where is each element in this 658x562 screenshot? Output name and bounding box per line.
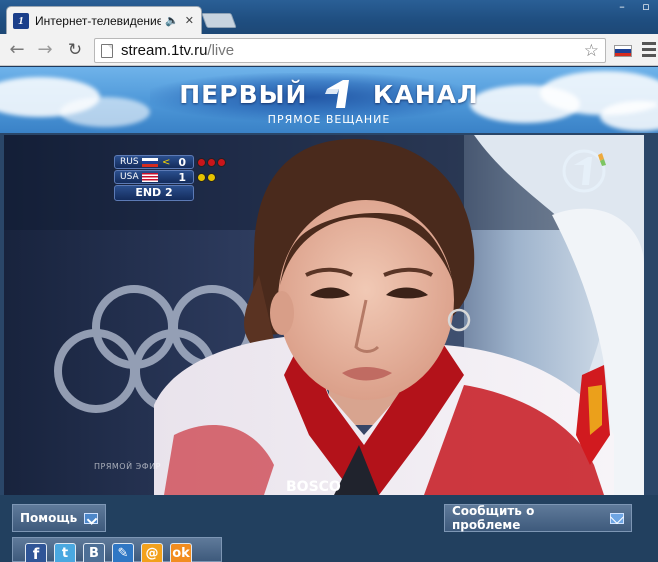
forward-arrow-icon[interactable]: → (34, 39, 56, 61)
hammer-indicator-icon: < (162, 156, 171, 168)
curling-scoreboard: RUS < 0 USA 1 END 2 (114, 155, 226, 201)
end-counter: END 2 (114, 185, 194, 201)
russian-flag-icon[interactable] (614, 45, 632, 57)
report-problem-label: Сообщить о проблеме (452, 504, 535, 532)
browser-toolbar: ← → ↻ stream.1tv.ru/live ☆ (0, 34, 658, 66)
sponsor-logo: BOSCO (286, 479, 341, 495)
live-caption: ПРЯМОЙ ЭФИР (94, 462, 161, 471)
russian-flag-icon (142, 157, 158, 167)
curling-stone-icon (207, 158, 216, 167)
score-row-usa: USA 1 (114, 170, 216, 184)
us-flag-icon (142, 172, 158, 182)
livejournal-icon[interactable]: ✎ (112, 543, 134, 562)
report-problem-button[interactable]: Сообщить о проблеме (444, 504, 632, 532)
new-tab-button[interactable] (201, 13, 237, 28)
envelope-icon (610, 512, 624, 524)
curling-stone-icon (207, 173, 216, 182)
channel-one-watermark-icon (562, 149, 606, 193)
team-score: 1 (178, 170, 186, 184)
star-icon[interactable]: ☆ (584, 41, 599, 61)
team-name: USA (120, 172, 139, 182)
stones-remaining (197, 158, 226, 167)
speaker-icon: 🔈 (165, 14, 179, 27)
video-frame-image: BOSCO (4, 135, 644, 495)
curling-stone-icon (197, 173, 206, 182)
player-frame: BOSCO RUS < 0 USA 1 END 2 ПРЯМОЙ ЭФИР (0, 133, 658, 495)
facebook-icon[interactable]: f (25, 543, 47, 562)
video-player[interactable]: BOSCO RUS < 0 USA 1 END 2 ПРЯМОЙ ЭФИР (4, 135, 644, 495)
social-share-bar: f t B ✎ @ ok (12, 537, 222, 562)
external-link-icon (84, 512, 98, 524)
address-bar[interactable]: stream.1tv.ru/live ☆ (94, 38, 606, 63)
curling-stone-icon (197, 158, 206, 167)
score-row-rus: RUS < 0 (114, 155, 226, 169)
twitter-icon[interactable]: t (54, 543, 76, 562)
menu-icon[interactable] (642, 42, 656, 60)
page-icon (101, 43, 113, 58)
channel-logo[interactable]: ПЕРВЫЙ КАНАЛ (0, 79, 658, 109)
browser-tabstrip: 1 Интернет-телевидение 🔈 ✕ – ▫ (0, 0, 658, 34)
logo-word-left: ПЕРВЫЙ (179, 80, 308, 109)
url-host: stream.1tv.ru (121, 42, 208, 59)
vkontakte-icon[interactable]: B (83, 543, 105, 562)
help-button[interactable]: Помощь (12, 504, 106, 532)
back-arrow-icon[interactable]: ← (6, 39, 28, 61)
channel-one-favicon-icon: 1 (13, 12, 29, 29)
url-path: /live (207, 42, 235, 59)
reload-icon[interactable]: ↻ (64, 39, 86, 61)
channel-one-logo-icon (325, 80, 350, 108)
live-broadcast-subtitle: ПРЯМОЕ ВЕЩАНИЕ (267, 113, 391, 126)
close-icon[interactable]: ✕ (185, 14, 194, 27)
stones-remaining (197, 173, 216, 182)
odnoklassniki-icon[interactable]: ok (170, 543, 192, 562)
logo-word-right: КАНАЛ (372, 80, 479, 109)
mailru-icon[interactable]: @ (141, 543, 163, 562)
tab-title: Интернет-телевидение (35, 13, 161, 28)
team-name: RUS (120, 157, 139, 167)
help-button-label: Помощь (20, 511, 78, 525)
curling-stone-icon (217, 158, 226, 167)
minimize-icon[interactable]: – (610, 0, 634, 14)
channel-banner: ПЕРВЫЙ КАНАЛ ПРЯМОЕ ВЕЩАНИЕ (0, 67, 658, 133)
browser-tab[interactable]: 1 Интернет-телевидение 🔈 ✕ (6, 6, 202, 34)
team-score: 0 (178, 155, 186, 169)
maximize-icon[interactable]: ▫ (634, 0, 658, 14)
